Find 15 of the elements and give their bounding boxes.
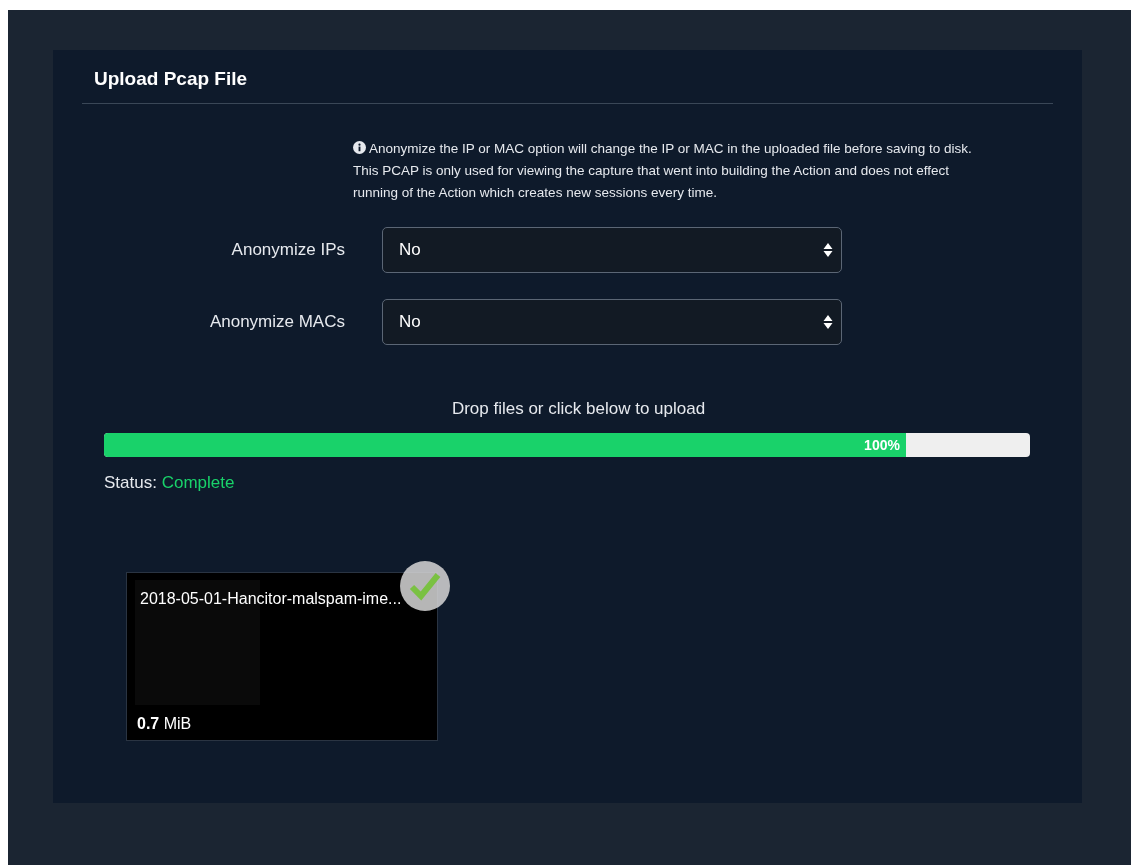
field-label: Anonymize MACs: [208, 312, 345, 332]
sort-caret-icon: [823, 314, 833, 330]
select-field[interactable]: No: [382, 299, 842, 345]
drop-hint: Drop files or click below to upload: [450, 399, 707, 419]
select-field[interactable]: No: [382, 227, 842, 273]
field-label: Anonymize IPs: [230, 240, 345, 260]
status-label: Status:: [104, 473, 157, 492]
status-value: Complete: [161, 473, 235, 492]
info-icon: [353, 141, 366, 154]
info-text: Anonymize the IP or MAC option will change the IP or MAC in the uploaded file before saving to disk. This PCAP is only used for viewing the capture that went into building the Action and does not effect running of the Action which creates new sessions every time.: [353, 140, 973, 202]
panel-title: Upload Pcap File: [82, 50, 1053, 104]
sort-caret-icon: [823, 242, 833, 258]
progress-fill: 100%: [104, 433, 906, 457]
file-size: 0.7 MiB: [137, 715, 192, 733]
file-name: 2018-05-01-Hancitor-malspam-ime...: [140, 590, 402, 608]
